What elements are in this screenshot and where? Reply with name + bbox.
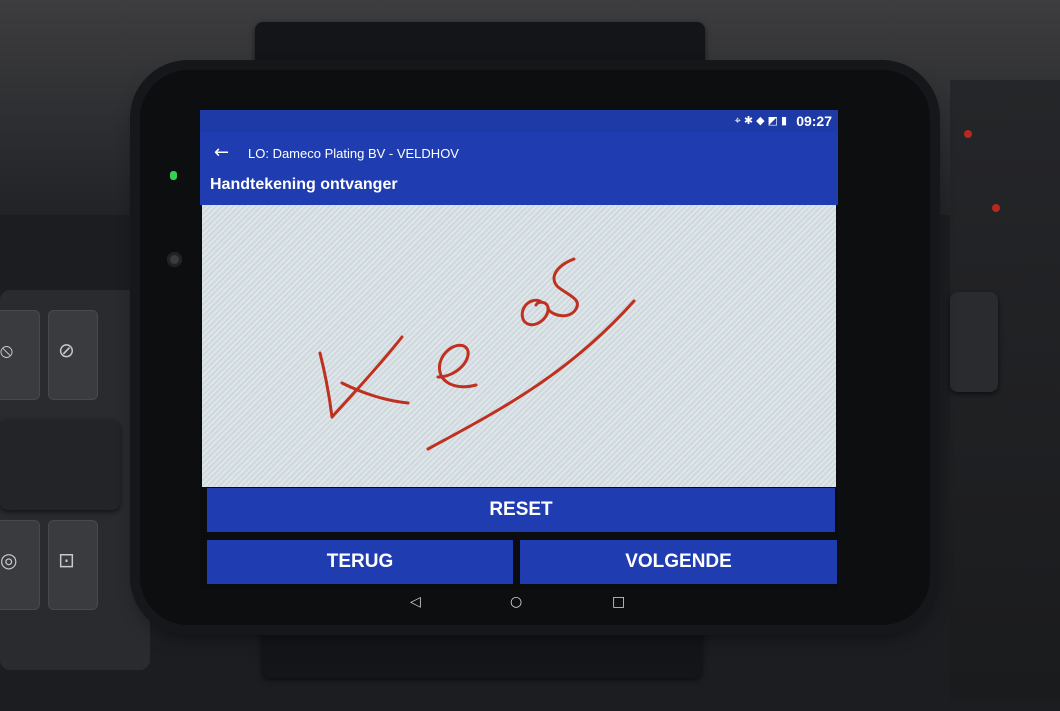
back-button[interactable]: TERUG	[207, 540, 513, 584]
car-switch-button: ⊡	[48, 520, 98, 610]
wifi-icon: ◆	[756, 114, 768, 127]
reset-button[interactable]: RESET	[207, 488, 835, 532]
car-switch-icon: ⊘	[58, 338, 75, 362]
car-switch-icon: ⊡	[58, 548, 75, 572]
power-indicator-light	[170, 171, 177, 180]
signature-stroke	[546, 257, 579, 318]
status-icons: ⌖✱◆◩▮	[735, 114, 790, 128]
front-camera	[167, 252, 182, 267]
nav-back-icon[interactable]: ◁	[410, 594, 421, 610]
car-switch-button: ⊘	[48, 310, 98, 400]
car-switch-icon: ◎	[0, 548, 18, 572]
appbar-subtitle: LO: Dameco Plating BV - VELDHOV	[248, 146, 459, 161]
bluetooth-icon: ✱	[743, 114, 757, 127]
signature-drawing	[318, 257, 636, 451]
nav-recent-apps-icon[interactable]: □	[612, 594, 625, 610]
signature-stroke	[436, 343, 478, 389]
app-bar: ← LO: Dameco Plating BV - VELDHOV Handte…	[200, 132, 838, 205]
next-button[interactable]: VOLGENDE	[520, 540, 837, 584]
signature-stroke	[330, 335, 404, 419]
holder-arm-right	[950, 292, 998, 392]
car-switch-button: ◎	[0, 520, 40, 610]
signal-icon: ◩	[767, 114, 781, 127]
page-title: Handtekening ontvanger	[210, 176, 398, 193]
status-time: 09:27	[796, 113, 832, 129]
dashboard-indicator-light	[992, 204, 1000, 212]
nav-home-icon[interactable]: ○	[510, 594, 522, 610]
location-icon: ⌖	[734, 114, 744, 127]
tablet-screen: ⌖✱◆◩▮ 09:27 ← LO: Dameco Plating BV - VE…	[200, 110, 838, 590]
car-switch-icon: ⦸	[0, 338, 14, 362]
signature-stroke	[318, 351, 334, 419]
dashboard-indicator-light	[964, 130, 972, 138]
battery-icon: ▮	[780, 114, 790, 127]
holder-arm-left	[0, 420, 120, 510]
status-bar: ⌖✱◆◩▮ 09:27	[200, 110, 838, 132]
car-switch-button: ⦸	[0, 310, 40, 400]
arrow-left-icon[interactable]: ←	[214, 142, 229, 163]
android-nav-bar: ◁ ○ □	[380, 592, 660, 618]
signature-stroke	[520, 298, 550, 327]
signature-pad[interactable]	[202, 205, 836, 487]
